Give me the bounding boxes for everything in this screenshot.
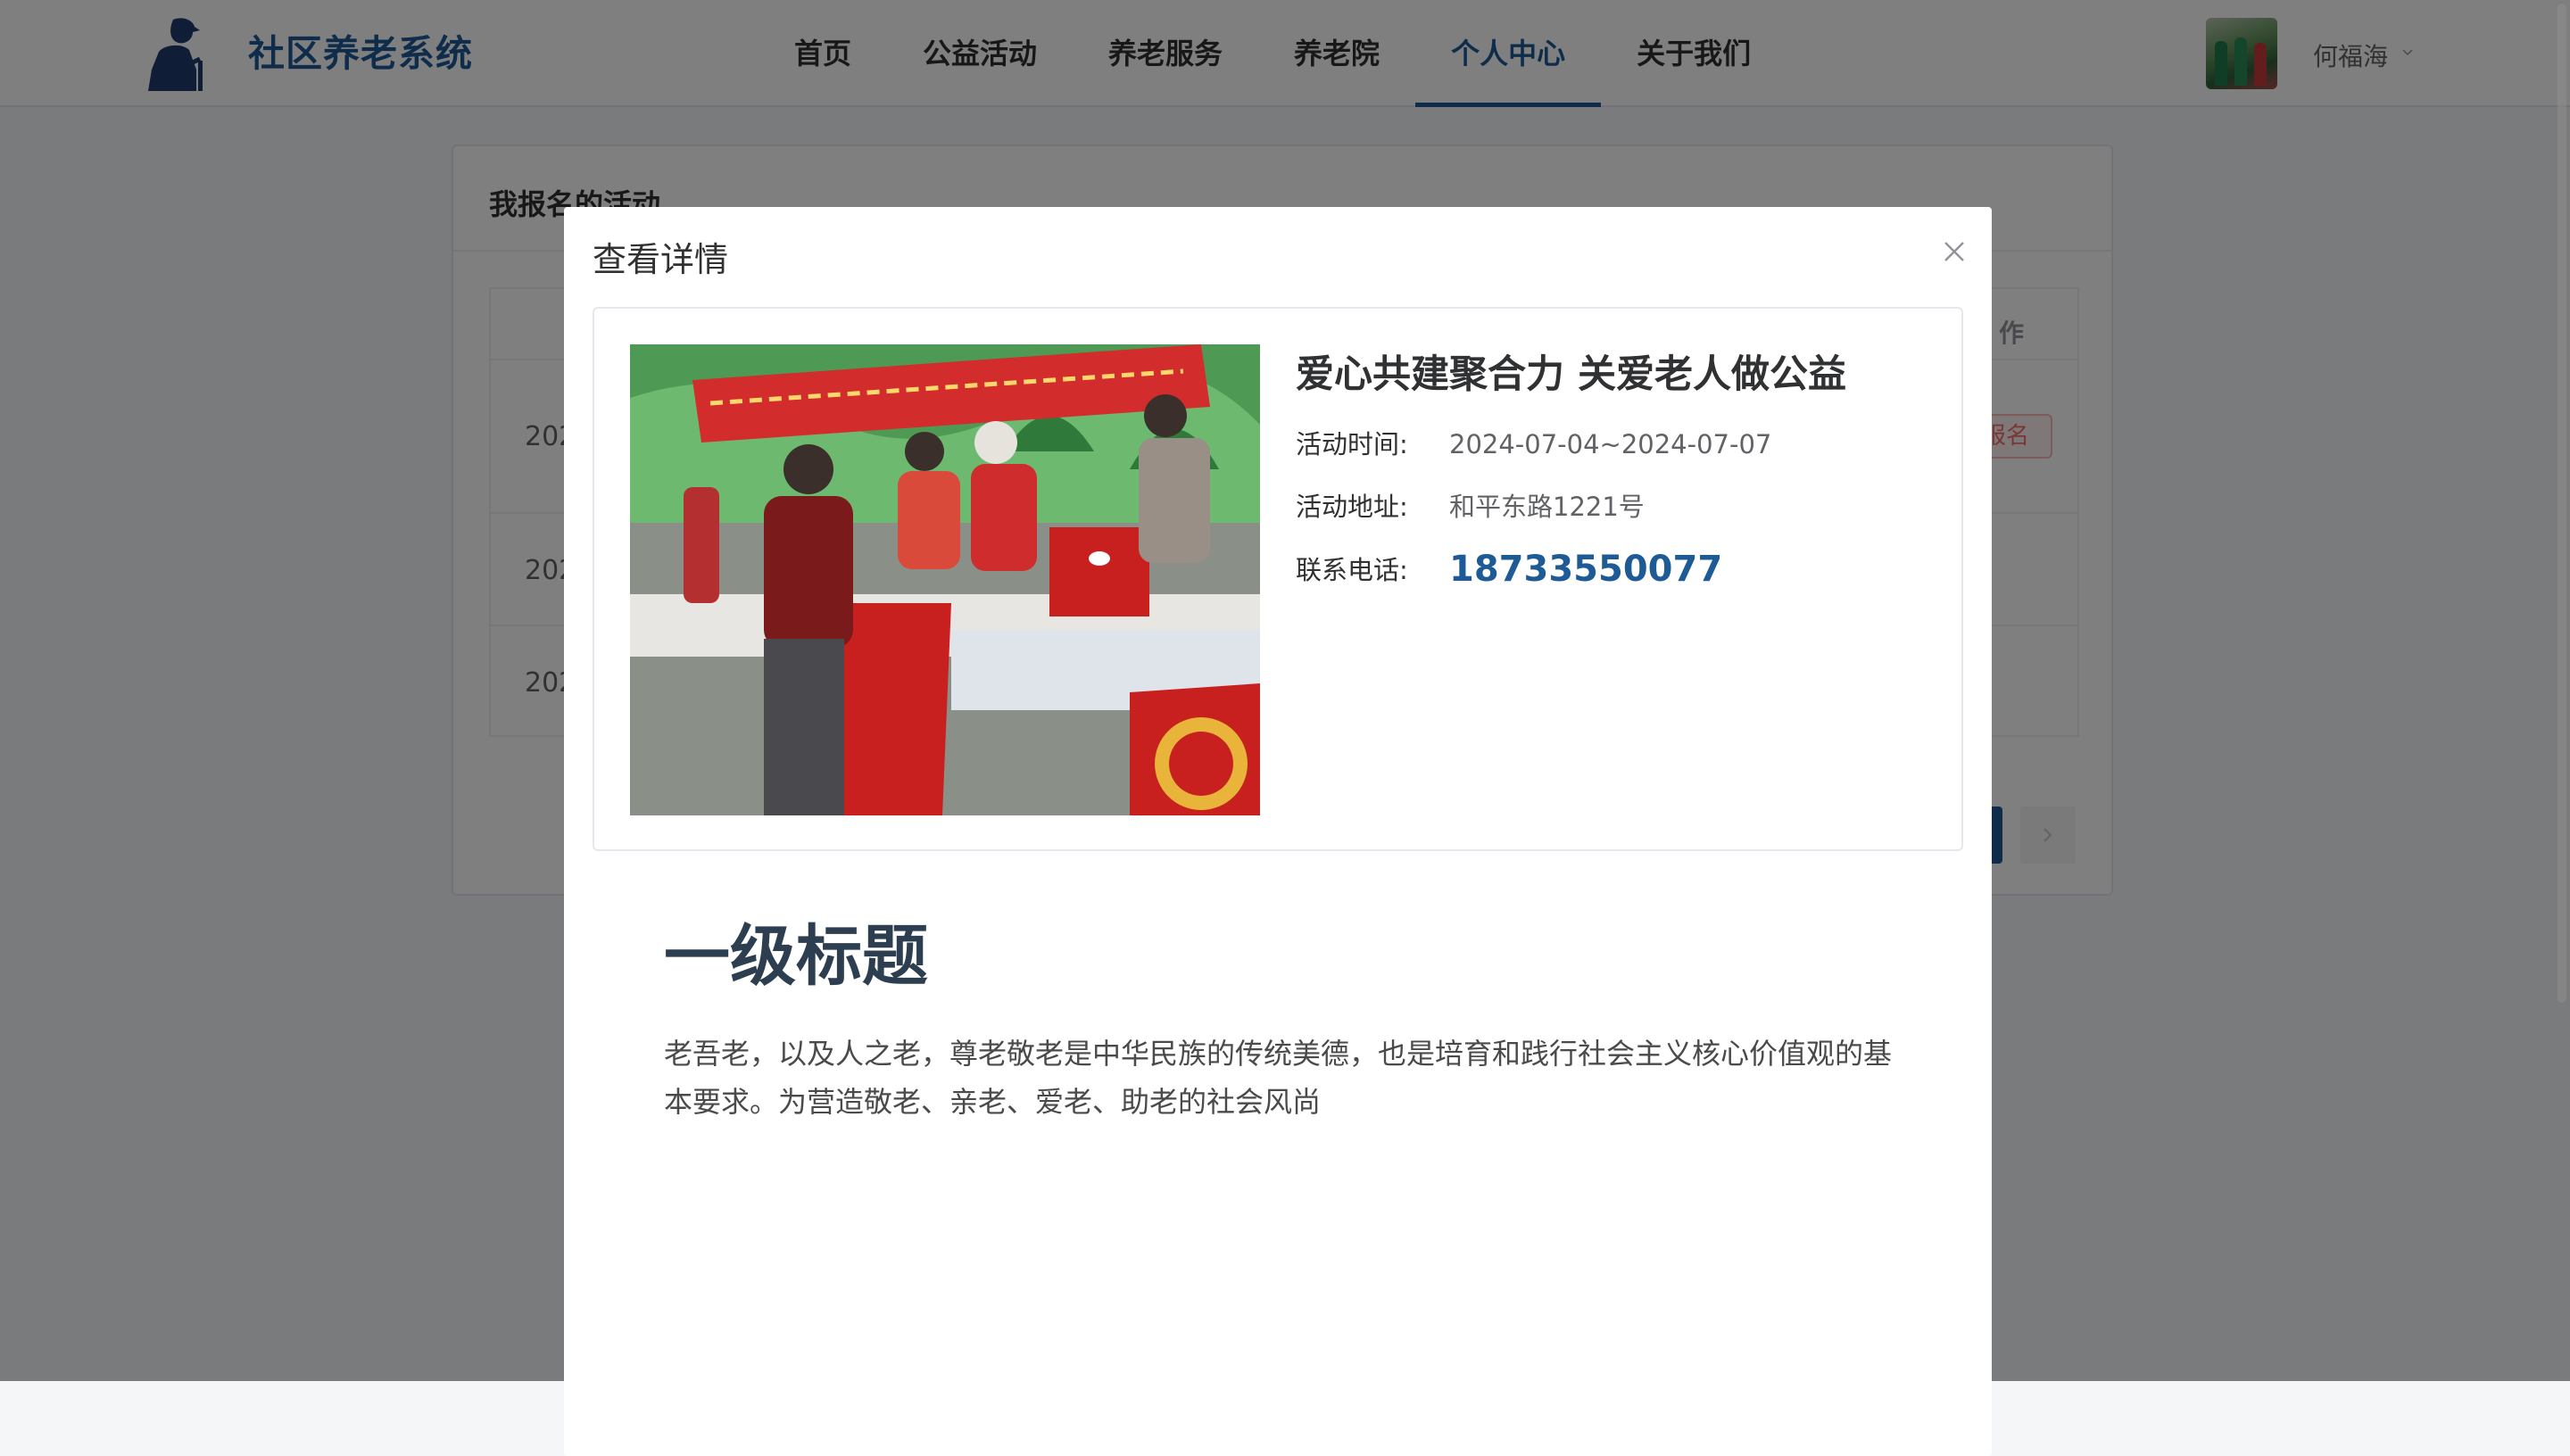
detail-dialog: 查看详情 爱心共建聚合力 关爱老人做公益 活动时间: 2024-07-04~20… <box>564 207 1992 1456</box>
contact-phone-row: 联系电话: 18733550077 <box>1296 550 1722 590</box>
contact-phone-value: 18733550077 <box>1449 549 1723 590</box>
dialog-title: 查看详情 <box>593 240 729 279</box>
content-heading: 一级标题 <box>664 918 928 995</box>
activity-time-row: 活动时间: 2024-07-04~2024-07-07 <box>1296 425 1771 464</box>
activity-address-row: 活动地址: 和平东路1221号 <box>1296 487 1645 526</box>
activity-info-card: 爱心共建聚合力 关爱老人做公益 活动时间: 2024-07-04~2024-07-… <box>593 307 1963 851</box>
activity-time-value: 2024-07-04~2024-07-07 <box>1449 429 1772 459</box>
close-icon[interactable] <box>1936 234 1972 269</box>
scrollbar-thumb[interactable] <box>2558 4 2566 1003</box>
activity-time-label: 活动时间: <box>1296 429 1408 459</box>
contact-phone-label: 联系电话: <box>1296 555 1408 585</box>
activity-title: 爱心共建聚合力 关爱老人做公益 <box>1296 352 1846 397</box>
activity-address-value: 和平东路1221号 <box>1449 492 1645 522</box>
activity-address-label: 活动地址: <box>1296 492 1408 522</box>
content-paragraph: 老吾老，以及人之老，尊老敬老是中华民族的传统美德，也是培育和践行社会主义核心价值… <box>664 1037 1893 1119</box>
page-scrollbar[interactable] <box>2554 0 2570 1381</box>
activity-photo <box>630 344 1260 815</box>
